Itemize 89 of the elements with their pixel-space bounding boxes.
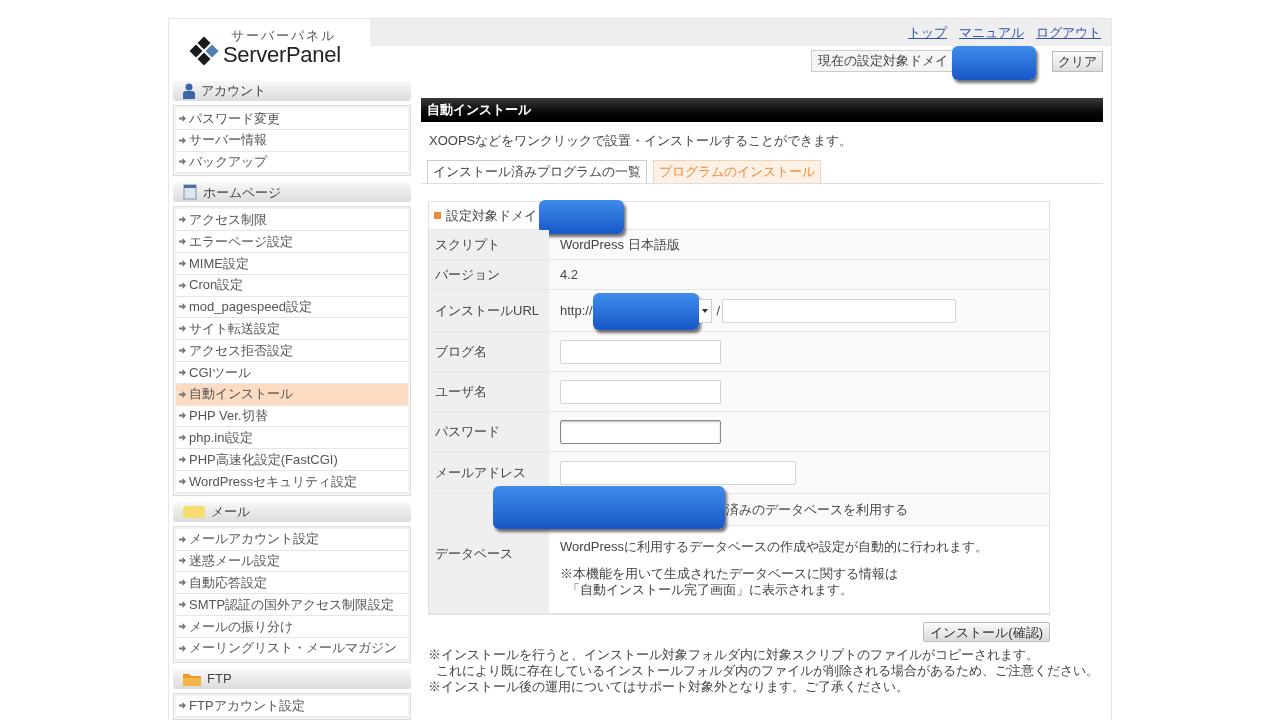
sidebar-menu-item[interactable]: WordPressセキュリティ設定 xyxy=(176,470,408,493)
field-label: ユーザ名 xyxy=(435,382,487,401)
field-label: メールアドレス xyxy=(435,463,526,482)
arrow-icon xyxy=(179,136,186,144)
clear-button[interactable]: クリア xyxy=(1052,50,1103,72)
page-title: 自動インストール xyxy=(421,98,1103,122)
arrow-icon xyxy=(179,702,186,710)
sidebar-menu-item[interactable]: エラーページ設定 xyxy=(176,231,408,253)
sidebar-menu-item[interactable]: アクセス拒否設定 xyxy=(176,340,408,362)
sidebar-menu-item[interactable]: メーリングリスト・メールマガジン xyxy=(176,637,408,660)
sidebar-section-title: ホームページ xyxy=(203,183,281,202)
arrow-icon xyxy=(179,368,186,376)
field-value: 4.2 xyxy=(560,265,579,284)
sidebar-section-title: FTP xyxy=(207,669,232,688)
arrow-icon xyxy=(179,456,186,464)
footnote: ※インストールを行うと、インストール対象フォルダ内に対象スクリプトのファイルがコピーされます。 これにより既に存在しているインストールフォルダ内のファイルが削除される場合があるため、ご注意ください。 xyxy=(428,647,1100,679)
text-input-field[interactable] xyxy=(560,419,721,444)
field-label: データベース xyxy=(435,544,513,563)
header-link[interactable]: マニュアル xyxy=(959,22,1024,43)
arrow-icon xyxy=(179,216,186,224)
logo-text: ServerPanel xyxy=(223,44,341,66)
field-label: ブログ名 xyxy=(435,342,487,361)
sidebar-menu-item[interactable]: 自動インストール xyxy=(176,383,408,406)
radio-option-label: 済みのデータベースを利用する xyxy=(726,500,908,519)
arrow-icon xyxy=(179,259,186,267)
arrow-icon xyxy=(179,281,186,289)
url-prefix: http:// xyxy=(560,301,593,320)
sidebar-menu-item[interactable]: CGIツール xyxy=(176,361,408,384)
field-label: パスワード xyxy=(435,422,500,441)
install-confirm-button[interactable]: インストール(確認) xyxy=(923,622,1050,642)
caret-icon xyxy=(701,308,708,313)
sidebar-menu-item[interactable]: SMTP認証の国外アクセス制限設定 xyxy=(176,594,408,616)
field-label: スクリプト xyxy=(435,235,500,254)
document-icon xyxy=(183,184,197,201)
sidebar-menu-item[interactable]: MIME設定 xyxy=(176,253,408,275)
folder-icon xyxy=(183,671,201,686)
arrow-icon xyxy=(179,535,186,543)
header-link[interactable]: ログアウト xyxy=(1036,22,1101,43)
envelope-icon xyxy=(183,504,205,519)
logo-diamonds-icon xyxy=(189,35,219,66)
sidebar-menu-item[interactable]: アクセス制限 xyxy=(176,209,408,232)
sidebar-menu-item[interactable]: php.ini設定 xyxy=(176,427,408,450)
sidebar-menu-item[interactable]: mod_pagespeed設定 xyxy=(176,296,408,319)
arrow-icon xyxy=(179,644,186,652)
arrow-icon xyxy=(179,579,186,587)
url-path-field[interactable] xyxy=(722,298,957,323)
tab[interactable]: インストール済みプログラムの一覧 xyxy=(427,160,647,183)
sidebar-section-title: メール xyxy=(211,503,250,521)
sidebar-menu-item[interactable]: サイト転送設定 xyxy=(176,318,408,341)
field-label: バージョン xyxy=(435,265,500,284)
form-domain-label: 設定対象ドメイ xyxy=(446,206,537,225)
sidebar-section-title: アカウント xyxy=(201,82,266,101)
arrow-icon xyxy=(179,601,186,609)
arrow-icon xyxy=(179,238,186,246)
header-link[interactable]: トップ xyxy=(908,22,947,43)
arrow-icon xyxy=(179,477,186,485)
sidebar-menu-item[interactable]: メールアカウント設定 xyxy=(176,528,408,551)
email-input-field[interactable] xyxy=(560,460,796,485)
person-icon xyxy=(183,83,195,99)
arrow-icon xyxy=(179,390,186,398)
square-bullet-icon xyxy=(434,212,441,219)
sidebar-menu-item[interactable]: 迷惑メール設定 xyxy=(176,550,408,573)
arrow-icon xyxy=(179,434,186,442)
current-domain-field: 現在の設定対象ドメイ xyxy=(811,50,952,72)
footnote: ※インストール後の運用についてはサポート対象外となります。ご了承ください。 xyxy=(428,679,910,695)
arrow-icon xyxy=(179,325,186,333)
arrow-icon xyxy=(179,114,186,122)
sidebar-menu-item[interactable]: パスワード変更 xyxy=(176,108,408,130)
database-note: WordPressに利用するデータベースの作成や設定が自動的に行われます。 xyxy=(560,539,990,555)
arrow-icon xyxy=(179,158,186,166)
arrow-icon xyxy=(179,303,186,311)
field-value: WordPress 日本語版 xyxy=(560,235,680,254)
arrow-icon xyxy=(179,347,186,355)
page-description: XOOPSなどをワンクリックで設置・インストールすることができます。 xyxy=(428,133,854,149)
field-label: インストールURL xyxy=(435,301,539,320)
sidebar-menu-item[interactable]: Cron設定 xyxy=(176,274,408,297)
url-separator: / xyxy=(716,301,721,320)
sidebar-menu-item[interactable]: 自動応答設定 xyxy=(176,572,408,595)
sidebar-menu-item[interactable]: FTPアカウント設定 xyxy=(176,695,408,718)
sidebar-menu-item[interactable]: メールの振り分け xyxy=(176,615,408,638)
sidebar-menu-item[interactable]: バックアップ xyxy=(176,151,408,174)
arrow-icon xyxy=(179,557,186,565)
arrow-icon xyxy=(179,622,186,630)
logo-subtitle: サーバーパネル xyxy=(230,29,337,42)
arrow-icon xyxy=(179,412,186,420)
sidebar-menu-item[interactable]: PHP高速化設定(FastCGI) xyxy=(176,449,408,471)
sidebar-menu-item[interactable]: PHP Ver.切替 xyxy=(176,405,408,428)
sidebar-menu-item[interactable]: サーバー情報 xyxy=(176,129,408,152)
database-info: ※本機能を用いて生成されたデータベースに関する情報は 「自動インストール完了画面」に表示されます。 xyxy=(560,566,899,598)
